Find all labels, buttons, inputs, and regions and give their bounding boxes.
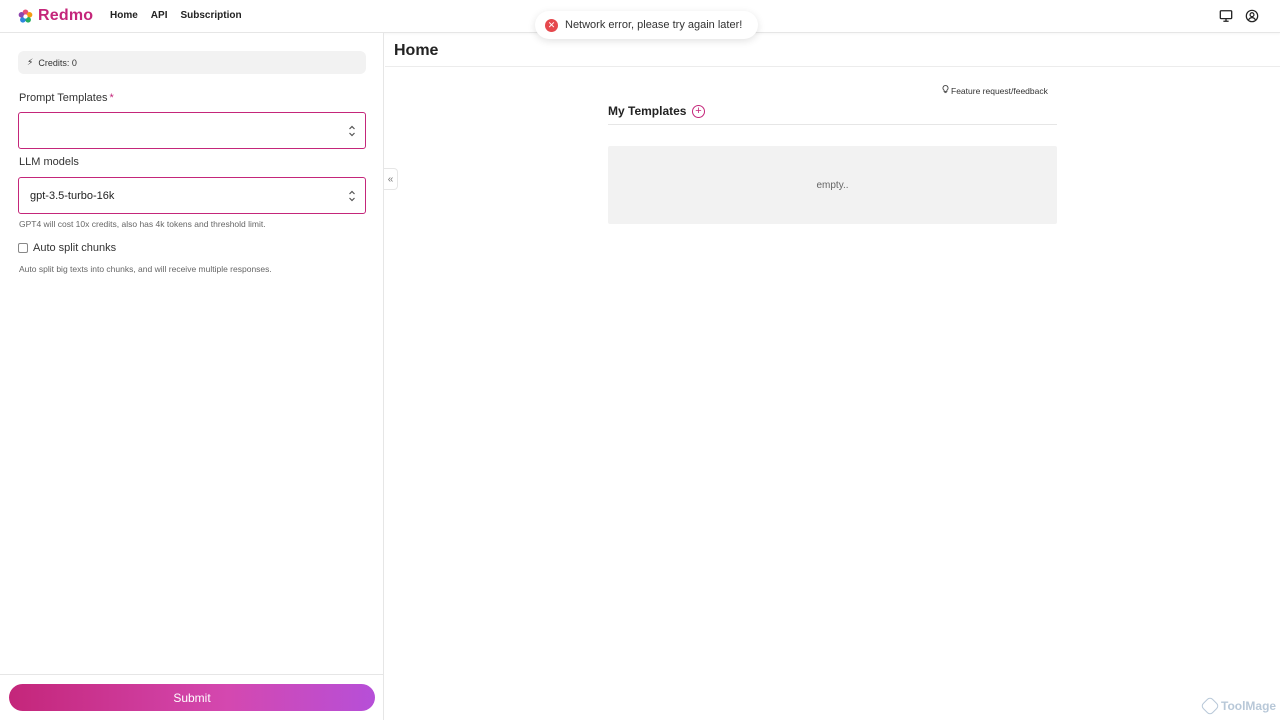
auto-split-checkbox[interactable] bbox=[18, 243, 28, 253]
page-title: Home bbox=[394, 42, 439, 59]
auto-split-label[interactable]: Auto split chunks bbox=[33, 242, 116, 254]
empty-text: empty.. bbox=[816, 179, 849, 191]
toast-message: Network error, please try again later! bbox=[565, 19, 743, 31]
title-divider bbox=[385, 66, 1280, 67]
submit-bar: Submit bbox=[0, 674, 384, 720]
llm-models-label: LLM models bbox=[19, 156, 79, 168]
my-templates-title: My Templates bbox=[608, 104, 687, 118]
toolmage-watermark: ToolMage bbox=[1200, 696, 1277, 716]
add-template-icon[interactable]: + bbox=[692, 105, 705, 118]
toolmage-logo-icon bbox=[1200, 696, 1220, 716]
main-nav: Home API Subscription bbox=[110, 10, 242, 21]
prompt-templates-select[interactable] bbox=[18, 112, 366, 149]
templates-divider bbox=[608, 124, 1057, 125]
monitor-icon[interactable] bbox=[1219, 9, 1233, 23]
nav-home[interactable]: Home bbox=[110, 10, 138, 21]
settings-sidebar: ⚡ Credits: 0 Prompt Templates * LLM model… bbox=[0, 33, 384, 720]
auto-split-hint: Auto split big texts into chunks, and wi… bbox=[19, 264, 272, 274]
brand-name: Redmo bbox=[38, 7, 94, 24]
chevron-updown-icon bbox=[348, 189, 356, 203]
user-circle-icon[interactable] bbox=[1245, 9, 1259, 23]
prompt-templates-label: Prompt Templates * bbox=[19, 92, 114, 104]
nav-subscription[interactable]: Subscription bbox=[180, 10, 241, 21]
required-asterisk: * bbox=[109, 92, 114, 104]
watermark-text: ToolMage bbox=[1221, 699, 1277, 713]
prompt-templates-label-text: Prompt Templates bbox=[19, 92, 108, 104]
credits-label: Credits: 0 bbox=[38, 57, 77, 68]
chevron-updown-icon bbox=[348, 124, 356, 138]
error-toast: ✕ Network error, please try again later! bbox=[535, 11, 759, 39]
collapse-sidebar-icon[interactable]: « bbox=[384, 168, 398, 190]
nav-api[interactable]: API bbox=[151, 10, 168, 21]
llm-models-value: gpt-3.5-turbo-16k bbox=[30, 189, 115, 202]
llm-hint: GPT4 will cost 10x credits, also has 4k … bbox=[19, 219, 266, 229]
credits-badge: ⚡ Credits: 0 bbox=[18, 51, 366, 74]
templates-empty-state: empty.. bbox=[608, 146, 1057, 224]
feedback-link[interactable]: Feature request/feedback bbox=[942, 85, 1048, 96]
lightbulb-icon bbox=[942, 85, 949, 96]
brand-logo[interactable]: Redmo bbox=[18, 7, 93, 25]
auto-split-row: Auto split chunks bbox=[18, 242, 116, 254]
lightning-icon: ⚡ bbox=[27, 57, 34, 67]
error-close-icon: ✕ bbox=[545, 18, 558, 32]
llm-models-select[interactable]: gpt-3.5-turbo-16k bbox=[18, 177, 366, 214]
submit-button[interactable]: Submit bbox=[9, 684, 375, 711]
feedback-label: Feature request/feedback bbox=[951, 85, 1048, 96]
flower-logo-icon bbox=[18, 8, 33, 24]
